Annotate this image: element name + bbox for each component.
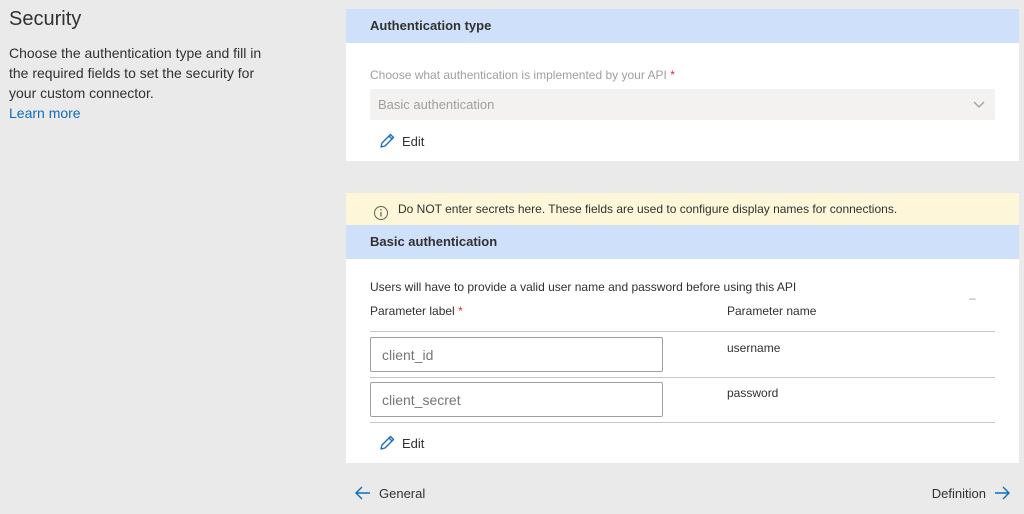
auth-type-selected-value: Basic authentication bbox=[378, 97, 495, 112]
parameter-name-1: username bbox=[727, 341, 781, 355]
auth-type-select[interactable]: Basic authentication bbox=[370, 89, 995, 120]
back-label: General bbox=[379, 485, 426, 501]
auth-type-edit-button[interactable]: Edit bbox=[378, 132, 424, 150]
parameter-label-input-2[interactable] bbox=[370, 382, 663, 417]
parameter-label-header: Parameter label * bbox=[370, 304, 463, 318]
authentication-type-card: Authentication type Choose what authenti… bbox=[346, 9, 1019, 161]
intro-description: Choose the authentication type and fill … bbox=[9, 43, 269, 123]
learn-more-link[interactable]: Learn more bbox=[9, 103, 81, 123]
intro-panel: Security Choose the authentication type … bbox=[9, 8, 269, 123]
auth-type-label-text: Choose what authentication is implemente… bbox=[370, 68, 667, 82]
pencil-icon bbox=[378, 132, 396, 150]
info-icon bbox=[373, 201, 389, 220]
required-mark: * bbox=[458, 304, 463, 318]
table-divider bbox=[370, 422, 995, 423]
basic-auth-edit-button[interactable]: Edit bbox=[378, 434, 424, 452]
warning-text: Do NOT enter secrets here. These fields … bbox=[398, 202, 898, 216]
arrow-left-icon bbox=[354, 484, 372, 502]
parameter-label-input-1[interactable] bbox=[370, 337, 663, 372]
parameter-name-header: Parameter name bbox=[727, 304, 817, 318]
next-definition-button[interactable]: Definition bbox=[932, 484, 1011, 502]
basic-authentication-card: Do NOT enter secrets here. These fields … bbox=[346, 193, 1019, 463]
warning-banner: Do NOT enter secrets here. These fields … bbox=[346, 193, 1019, 225]
parameter-name-2: password bbox=[727, 386, 779, 400]
edit-label: Edit bbox=[402, 435, 425, 451]
collapse-icon[interactable]: – bbox=[969, 291, 976, 305]
intro-text: Choose the authentication type and fill … bbox=[9, 45, 262, 101]
auth-type-field-label: Choose what authentication is implemente… bbox=[370, 68, 675, 82]
arrow-right-icon bbox=[993, 484, 1011, 502]
basic-auth-description: Users will have to provide a valid user … bbox=[370, 280, 797, 294]
basic-authentication-header: Basic authentication bbox=[346, 225, 1019, 259]
authentication-type-header: Authentication type bbox=[346, 9, 1019, 43]
chevron-down-icon bbox=[971, 89, 987, 120]
next-label: Definition bbox=[931, 485, 986, 501]
parameter-label-text: Parameter label bbox=[370, 304, 455, 318]
edit-label: Edit bbox=[402, 133, 425, 149]
table-divider bbox=[370, 377, 995, 378]
required-mark: * bbox=[670, 68, 675, 82]
back-general-button[interactable]: General bbox=[354, 484, 425, 502]
table-divider bbox=[370, 331, 995, 332]
page-title: Security bbox=[9, 8, 82, 30]
pencil-icon bbox=[378, 434, 396, 452]
